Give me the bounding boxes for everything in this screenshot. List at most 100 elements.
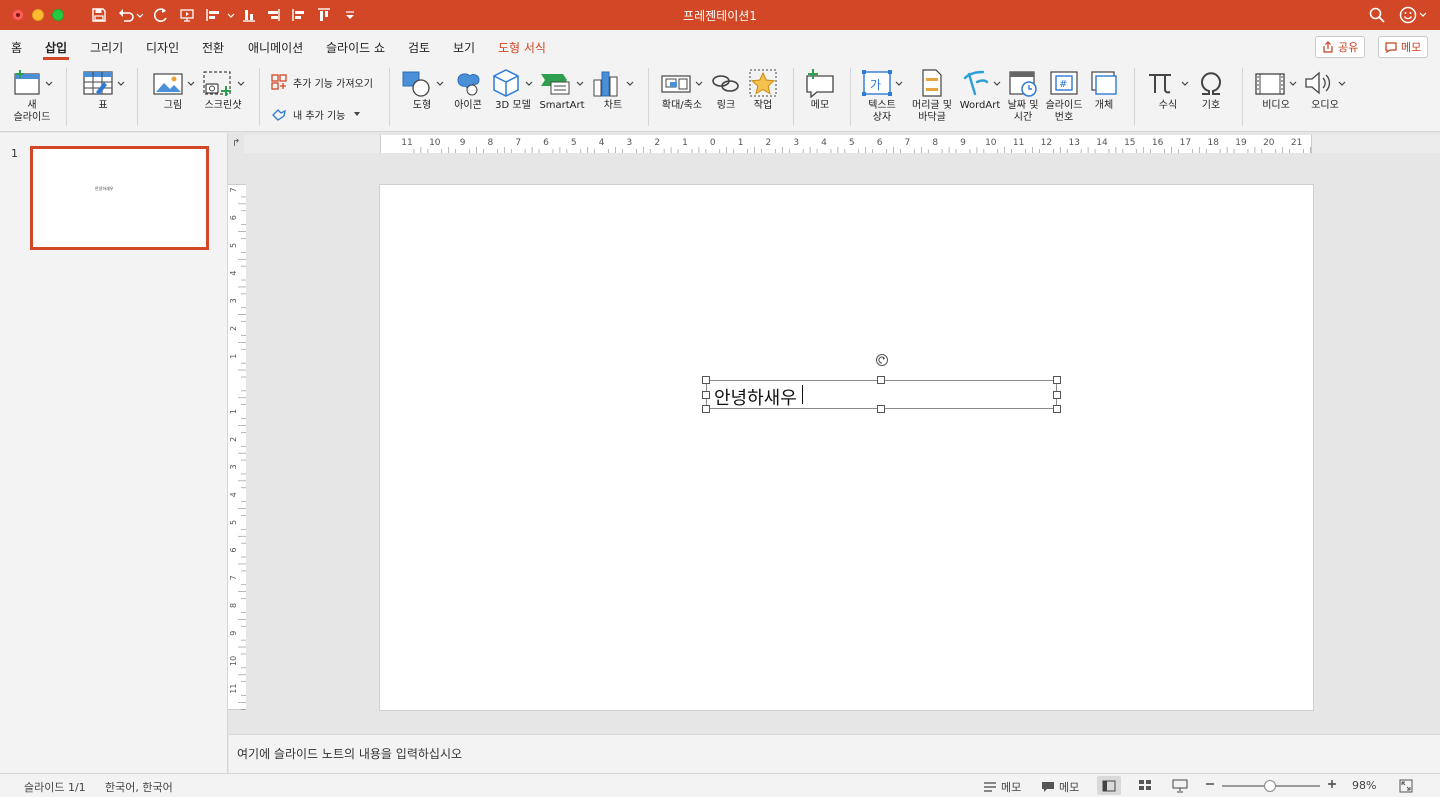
link-button[interactable]: 링크 [708,66,744,112]
header-footer-button[interactable]: 머리글 및 바닥글 [908,66,956,124]
align-center-icon[interactable] [290,5,306,25]
resize-handle-bottom-right[interactable] [1053,405,1061,413]
ruler-label: 10 [429,138,441,148]
3d-models-button[interactable]: 3D 모델 [490,66,536,112]
undo-icon[interactable] [117,5,143,25]
resize-handle-bottom[interactable] [877,405,885,413]
object-button[interactable]: 개체 [1088,66,1120,112]
notes-toggle-button[interactable]: 메모 [983,779,1021,795]
slide[interactable] [380,185,1313,710]
ruler-corner-icon[interactable]: ↱ [232,138,240,149]
text-box-button[interactable]: 가 텍스트 상자 [858,66,906,124]
screenshot-button[interactable]: 스크린샷 [198,66,248,112]
new-comment-icon [806,69,834,98]
rotate-handle[interactable] [876,354,888,366]
ruler-label: 19 [1235,138,1247,148]
zoom-slider-thumb[interactable] [1264,780,1276,792]
zoom-button[interactable]: 확대/축소 [657,66,707,112]
new-comment-button[interactable]: 메모 [802,66,838,112]
tab-draw[interactable]: 그리기 [90,39,123,56]
resize-handle-right[interactable] [1053,391,1061,399]
distribute-icon[interactable] [265,5,281,25]
ruler-label: 9 [960,138,966,148]
comments-button[interactable]: 메모 [1378,36,1429,58]
chart-icon [593,71,634,97]
resize-handle-bottom-left[interactable] [702,405,710,413]
shapes-icon [402,71,444,97]
minimize-window-button[interactable] [32,9,44,21]
resize-handle-top-left[interactable] [702,376,710,384]
normal-view-button[interactable] [1097,776,1121,795]
plus-icon [1328,780,1336,788]
customize-toolbar-icon[interactable] [344,5,356,25]
align-bottom-icon[interactable] [241,5,257,25]
picture-button[interactable]: 그림 [148,66,198,112]
slide-number-button[interactable]: # 슬라이드 번호 [1042,66,1086,124]
vertical-ruler[interactable]: 7 6 5 4 3 2 1 1 2 3 4 5 6 7 8 9 10 11 [228,184,246,710]
tab-slide-show[interactable]: 슬라이드 쇼 [326,39,385,56]
tab-review[interactable]: 검토 [408,39,430,56]
tab-design[interactable]: 디자인 [146,39,179,56]
chart-button[interactable]: 차트 [590,66,636,112]
maximize-window-button[interactable] [52,9,64,21]
icons-button[interactable]: 아이콘 [446,66,490,112]
zoom-in-button[interactable] [1327,779,1337,789]
tab-home[interactable]: 홈 [11,39,22,56]
ruler-label: 16 [1152,138,1164,148]
ruler-label: 13 [1068,138,1079,148]
icons-label: 아이콘 [454,100,482,111]
table-button[interactable]: 표 [78,66,128,112]
notes-placeholder[interactable]: 여기에 슬라이드 노트의 내용을 입력하십시오 [237,745,462,762]
tab-view[interactable]: 보기 [453,39,475,56]
text-box-content[interactable]: 안녕하새우 [714,384,797,410]
tab-transitions[interactable]: 전환 [202,39,224,56]
resize-handle-top[interactable] [877,376,885,384]
ruler-label: 20 [1263,138,1275,148]
my-addins-button[interactable]: 내 추가 기능 [271,106,361,122]
share-button[interactable]: 공유 [1315,36,1366,58]
search-icon[interactable] [1368,6,1386,27]
align-top-icon[interactable] [316,5,332,25]
audio-button[interactable]: 오디오 [1302,66,1348,112]
redo-icon[interactable] [153,5,169,25]
shapes-button[interactable]: 도형 [398,66,446,112]
comments-toggle-button[interactable]: 메모 [1041,779,1079,795]
feedback-smiley-icon[interactable] [1399,6,1429,27]
table-icon [83,71,125,95]
action-button[interactable]: 작업 [745,66,781,112]
ruler-label: 12 [1041,138,1052,148]
resize-handle-top-right[interactable] [1053,376,1061,384]
language-indicator[interactable]: 한국어, 한국어 [105,779,173,795]
screenshot-icon [203,71,245,96]
wordart-button[interactable]: WordArt [957,66,1003,112]
new-slide-button[interactable]: 새 슬라이드 [8,66,56,124]
video-button[interactable]: 비디오 [1252,66,1300,112]
equation-button[interactable]: 수식 [1144,66,1192,112]
ruler-label: 8 [932,138,938,148]
close-window-button[interactable] [12,9,24,21]
tab-shape-format[interactable]: 도형 서식 [498,39,546,56]
align-left-icon[interactable] [205,5,235,25]
tab-insert[interactable]: 삽입 [42,39,70,60]
ruler-label: 4 [599,138,605,148]
symbol-button[interactable]: 기호 [1194,66,1228,112]
zoom-out-button[interactable] [1205,779,1215,789]
slide-thumbnail[interactable]: 안녕하새우 [30,146,209,250]
tab-animations[interactable]: 애니메이션 [248,39,303,56]
save-icon[interactable] [91,5,107,25]
get-addins-button[interactable]: 추가 기능 가져오기 [271,74,373,90]
notes-pane[interactable]: 여기에 슬라이드 노트의 내용을 입력하십시오 [229,734,1440,773]
slideshow-view-button[interactable] [1172,779,1188,793]
slide-thumbnail-text: 안녕하새우 [95,186,114,191]
date-time-button[interactable]: 날짜 및 시간 [1004,66,1042,124]
slide-sorter-button[interactable] [1138,779,1152,791]
smartart-button[interactable]: SmartArt [536,66,588,112]
3d-models-label: 3D 모델 [495,100,531,111]
horizontal-ruler[interactable]: 11 10 9 8 7 6 5 4 3 2 1 0 1 2 3 4 5 6 7 8 9 10 11 12 13 14 15 16 17 1… [244,135,1440,153]
resize-handle-left[interactable] [702,391,710,399]
table-label: 표 [98,100,108,111]
zoom-percentage[interactable]: 98% [1352,779,1376,792]
fit-slide-button[interactable] [1399,779,1413,793]
present-from-start-icon[interactable] [179,5,195,25]
speaker-icon [1305,71,1346,95]
